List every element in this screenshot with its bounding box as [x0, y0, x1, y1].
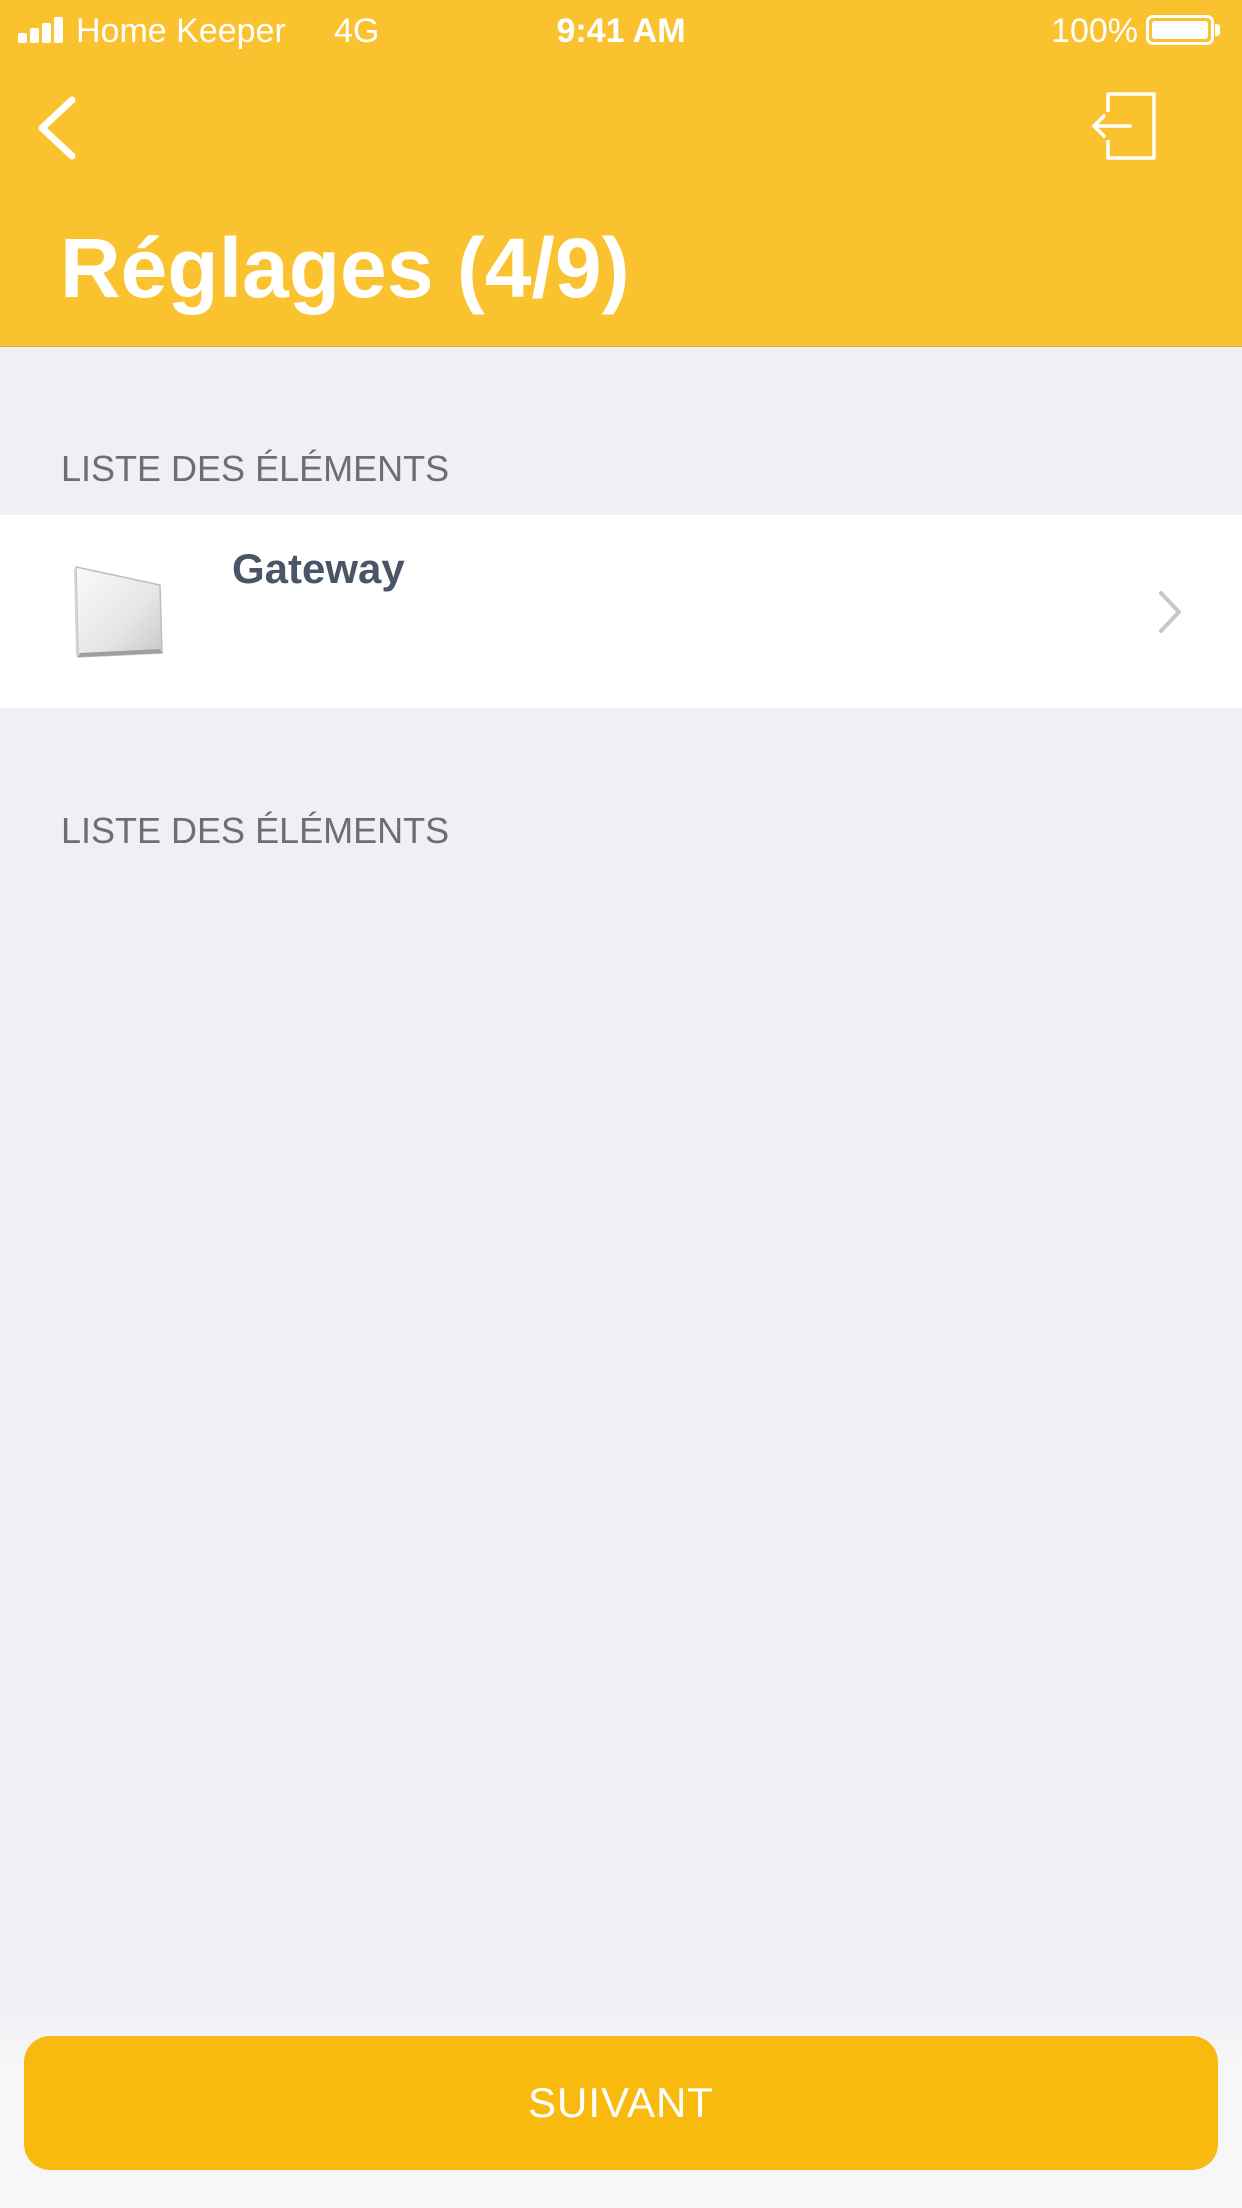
status-bar: Home Keeper 4G 9:41 AM 100% — [0, 0, 1242, 60]
chevron-left-icon — [38, 96, 76, 160]
battery-tip — [1215, 24, 1220, 36]
section-header-elements: LISTE DES ÉLÉMENTS — [61, 448, 450, 489]
battery-icon — [1146, 15, 1214, 45]
page-title: Réglages (4/9) — [60, 221, 630, 315]
list-item-gateway[interactable]: Gateway — [0, 515, 1242, 708]
back-button[interactable] — [24, 86, 94, 166]
battery-percentage: 100% — [1051, 12, 1138, 50]
section-header-elements-2: LISTE DES ÉLÉMENTS — [61, 810, 450, 851]
chevron-right-icon — [1159, 591, 1181, 633]
header-bar: Home Keeper 4G 9:41 AM 100% Réglages (4/… — [0, 0, 1242, 347]
gateway-device-icon — [74, 566, 163, 658]
exit-button[interactable] — [1090, 88, 1160, 166]
exit-door-icon — [1092, 92, 1156, 160]
next-button[interactable]: SUIVANT — [24, 2036, 1218, 2170]
list-item-title: Gateway — [232, 545, 405, 592]
